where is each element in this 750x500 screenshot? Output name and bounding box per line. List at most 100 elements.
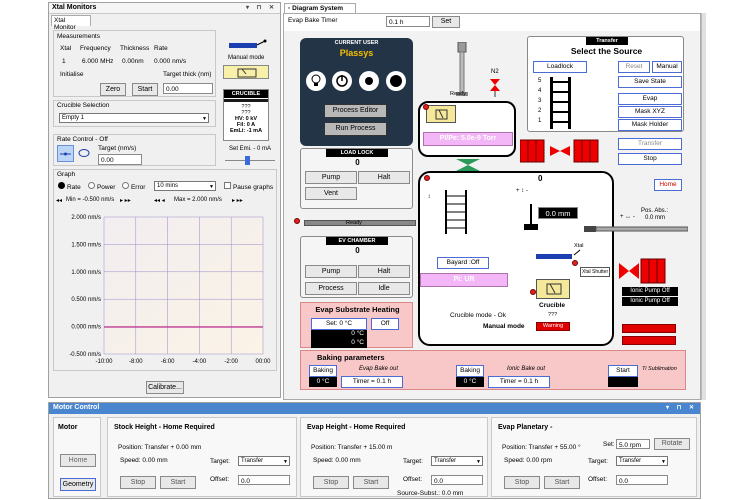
- baking-timer-2[interactable]: Timer = 0.1 h: [488, 376, 550, 388]
- min-arrows-right[interactable]: ▸ ▸▸: [120, 197, 131, 204]
- motor-offset-input[interactable]: 0.0: [431, 475, 483, 485]
- transfer-button[interactable]: Transfer: [618, 138, 682, 150]
- zero-button[interactable]: Zero: [100, 83, 126, 96]
- mask-xyz-button[interactable]: Mask XYZ: [618, 106, 682, 118]
- time-range-select[interactable]: 10 mins: [154, 181, 216, 191]
- slot-bar[interactable]: [552, 101, 570, 103]
- diagram-scrollbar[interactable]: [701, 13, 706, 400]
- motor-offset-input[interactable]: 0.0: [616, 475, 668, 485]
- evap-bake-timer-label: Evap Bake Timer: [288, 17, 338, 24]
- bayard-button[interactable]: Bayard :Off: [437, 257, 489, 269]
- baking-button-2[interactable]: Baking: [456, 365, 484, 377]
- mask-holder-button[interactable]: Mask Holder: [618, 119, 682, 131]
- ti-start-button[interactable]: Start: [608, 365, 638, 377]
- valve-assembly-icon[interactable]: [519, 138, 610, 164]
- motor-set-input[interactable]: 5.0 rpm: [616, 439, 650, 449]
- baking-button-1[interactable]: Baking: [309, 365, 337, 377]
- motor-target-select[interactable]: Transfer: [616, 456, 668, 466]
- motor-home-button[interactable]: Home: [60, 454, 96, 467]
- radio-power[interactable]: Power: [88, 182, 115, 191]
- manual-button[interactable]: Manual: [652, 61, 682, 73]
- slot-bar[interactable]: [552, 111, 570, 113]
- loadlock-panel: LOAD LOCK 0 Pump Halt Vent: [300, 148, 413, 209]
- target-thick-input[interactable]: 0.00: [163, 83, 213, 94]
- row-thickness: 0.00nm: [122, 58, 144, 65]
- motor-offset-label: Offset:: [403, 476, 423, 483]
- run-process-button[interactable]: Run Process: [324, 122, 387, 136]
- stop-circle-icon[interactable]: [386, 71, 406, 91]
- ev-halt-button[interactable]: Halt: [358, 265, 410, 278]
- reset-button[interactable]: Reset: [618, 61, 650, 73]
- emi-slider[interactable]: [225, 155, 275, 165]
- motor-target-select[interactable]: Transfer: [431, 456, 483, 466]
- ev-pump-button[interactable]: Pump: [305, 265, 357, 278]
- slot-number: 5: [538, 78, 542, 84]
- motor-start-button[interactable]: Start: [353, 476, 389, 489]
- crucible-select[interactable]: Empty 1: [59, 113, 209, 123]
- process-editor-button[interactable]: Process Editor: [324, 104, 387, 118]
- rotate-button[interactable]: Rotate: [654, 438, 690, 450]
- crucible-status-panel: CRUCIBLE ??? ??? HV: 0 kV Fil: 0 A EmLi:…: [223, 89, 269, 141]
- x-tick-label: -6:00: [161, 359, 175, 365]
- record-icon[interactable]: [359, 71, 379, 91]
- rate-graph: 2.000 nm/s 1.500 nm/s 1.000 nm/s 0.500 nm/s…: [69, 215, 271, 365]
- motor-offset-input[interactable]: 0.0: [238, 475, 290, 485]
- substrate-set-field[interactable]: Set: 0 °C: [311, 318, 367, 330]
- max-arrows[interactable]: ◂◂ ◂: [154, 197, 165, 204]
- manual-mode-label-main: Manual mode: [483, 323, 525, 330]
- motor-start-button[interactable]: Start: [544, 476, 580, 489]
- set-timer-button[interactable]: Set: [432, 16, 460, 28]
- window-buttons[interactable]: ▾ ⊓ ✕: [246, 4, 277, 11]
- substrate-off-button[interactable]: Off: [371, 318, 399, 330]
- linear-mode-icon[interactable]: [57, 145, 74, 162]
- save-state-button[interactable]: Save State: [618, 76, 682, 88]
- motor-group: Motor Home Geometry: [53, 417, 101, 497]
- motor-window-buttons[interactable]: ▾ ⊓ ✕: [666, 404, 697, 411]
- lightbulb-icon[interactable]: [306, 71, 326, 91]
- max-arrows-right[interactable]: ▸ ▸▸: [232, 197, 243, 204]
- loadlock-button[interactable]: Loadlock: [533, 61, 587, 73]
- tab-xtal-monitor[interactable]: Xtal Monitor: [51, 15, 91, 31]
- evap-button[interactable]: Evap: [618, 93, 682, 105]
- pid-mode-icon[interactable]: [77, 146, 91, 160]
- loadlock-halt-button[interactable]: Halt: [358, 171, 410, 184]
- right-transfer-rod: [584, 225, 689, 233]
- loadlock-pump-button[interactable]: Pump: [305, 171, 357, 184]
- min-label: Min = -0.500 nm/s: [66, 197, 115, 203]
- n2-valve-icon[interactable]: [489, 77, 501, 97]
- radio-error[interactable]: Error: [122, 182, 145, 191]
- center-value: 0: [538, 174, 543, 183]
- pause-graphs-checkbox[interactable]: Pause graphs: [224, 182, 273, 191]
- motor-section: Stock Height - Home Required Position: T…: [107, 417, 297, 497]
- start-button[interactable]: Start: [132, 83, 158, 96]
- motor-stop-button[interactable]: Stop: [504, 476, 540, 489]
- slot-bar[interactable]: [552, 121, 570, 123]
- y-tick-label: 1.500 nm/s: [71, 242, 101, 248]
- crucible-widget: [223, 65, 269, 79]
- motor-stop-button[interactable]: Stop: [120, 476, 156, 489]
- geometry-button[interactable]: Geometry: [60, 478, 96, 491]
- baking-timer-1[interactable]: Timer = 0.1 h: [341, 376, 403, 388]
- calibrate-button[interactable]: Calibrate...: [146, 381, 184, 394]
- ev-idle-button[interactable]: Idle: [358, 282, 410, 295]
- home-button[interactable]: Home: [654, 179, 682, 191]
- ionic-pump-icon[interactable]: [619, 257, 667, 285]
- slot-bar[interactable]: [552, 91, 570, 93]
- slot-bar[interactable]: [552, 81, 570, 83]
- loadlock-vent-button[interactable]: Vent: [305, 187, 357, 200]
- motor-start-button[interactable]: Start: [160, 476, 196, 489]
- min-arrows[interactable]: ◂◂: [56, 197, 62, 204]
- target-rate-input[interactable]: 0.00: [98, 154, 142, 165]
- gate-valve-icon[interactable]: [456, 159, 480, 171]
- motor-stop-button[interactable]: Stop: [313, 476, 349, 489]
- radio-rate[interactable]: Rate: [58, 182, 81, 191]
- substrate-temp-1: 0 °C: [311, 330, 367, 339]
- power-icon[interactable]: [332, 71, 352, 91]
- radio-error-label: Error: [130, 184, 146, 191]
- evap-bake-timer-input[interactable]: 0.1 h: [386, 16, 430, 27]
- ready-label-2: Ready: [346, 220, 362, 226]
- ev-process-button[interactable]: Process: [305, 282, 357, 295]
- stop-transfer-button[interactable]: Stop: [618, 153, 682, 165]
- motor-target-select[interactable]: Transfer: [238, 456, 290, 466]
- y-ticks: 2.000 nm/s 1.500 nm/s 1.000 nm/s 0.500 nm/s…: [69, 215, 101, 358]
